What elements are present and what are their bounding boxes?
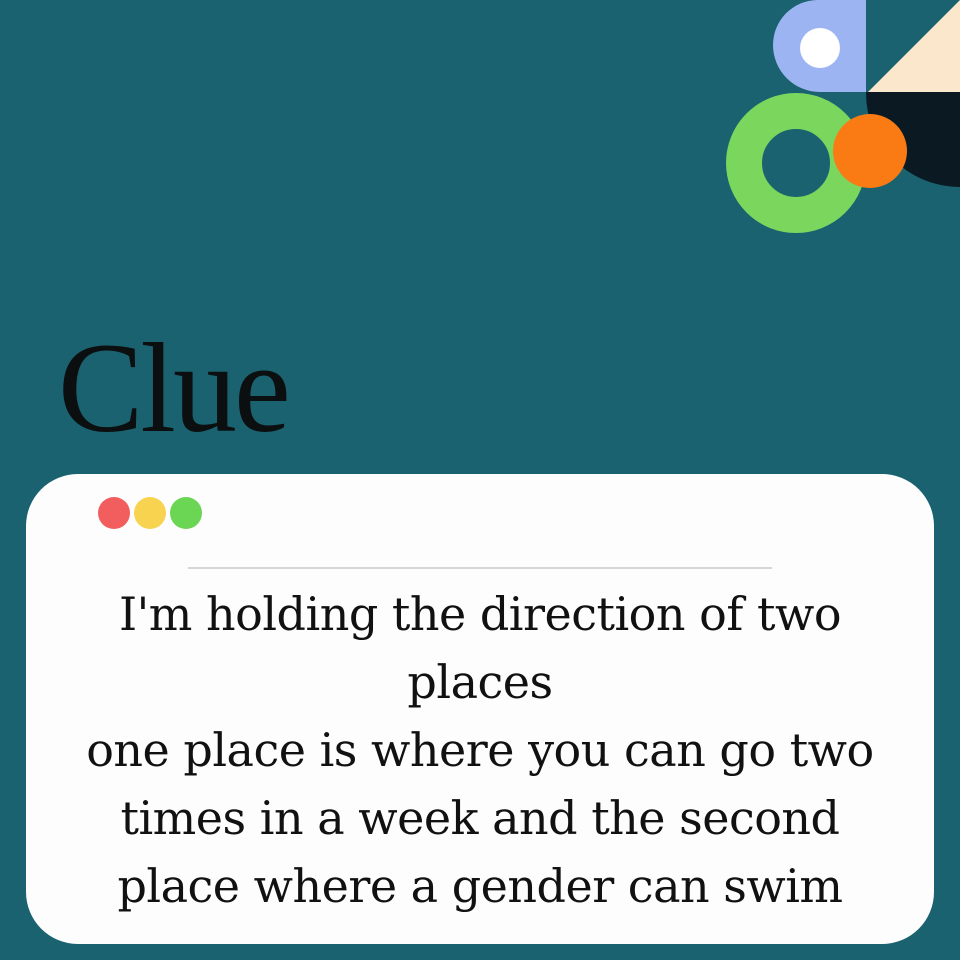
window-controls [98, 497, 202, 529]
clue-text: I'm holding the direction of two places … [34, 580, 926, 920]
cream-triangle-shape [868, 0, 960, 92]
white-hole-shape [800, 28, 840, 68]
decorative-shapes [726, 0, 960, 233]
divider [188, 567, 772, 569]
orange-circle-shape [833, 114, 907, 188]
green-ring-shape [726, 93, 866, 233]
page-title: Clue [58, 317, 291, 459]
clue-line: place where a gender can swim [117, 859, 843, 913]
blue-rounded-square-shape [773, 0, 866, 92]
clue-line: one place is where you can go two [86, 723, 874, 777]
clue-line: I'm holding the direction of two [118, 587, 842, 641]
clue-card: I'm holding the direction of two places … [26, 474, 934, 944]
red-dot [98, 497, 130, 529]
green-dot [170, 497, 202, 529]
dark-quarter-circle-shape [865, 92, 960, 187]
yellow-dot [134, 497, 166, 529]
clue-line: times in a week and the second [120, 791, 840, 845]
clue-line: places [407, 655, 553, 709]
